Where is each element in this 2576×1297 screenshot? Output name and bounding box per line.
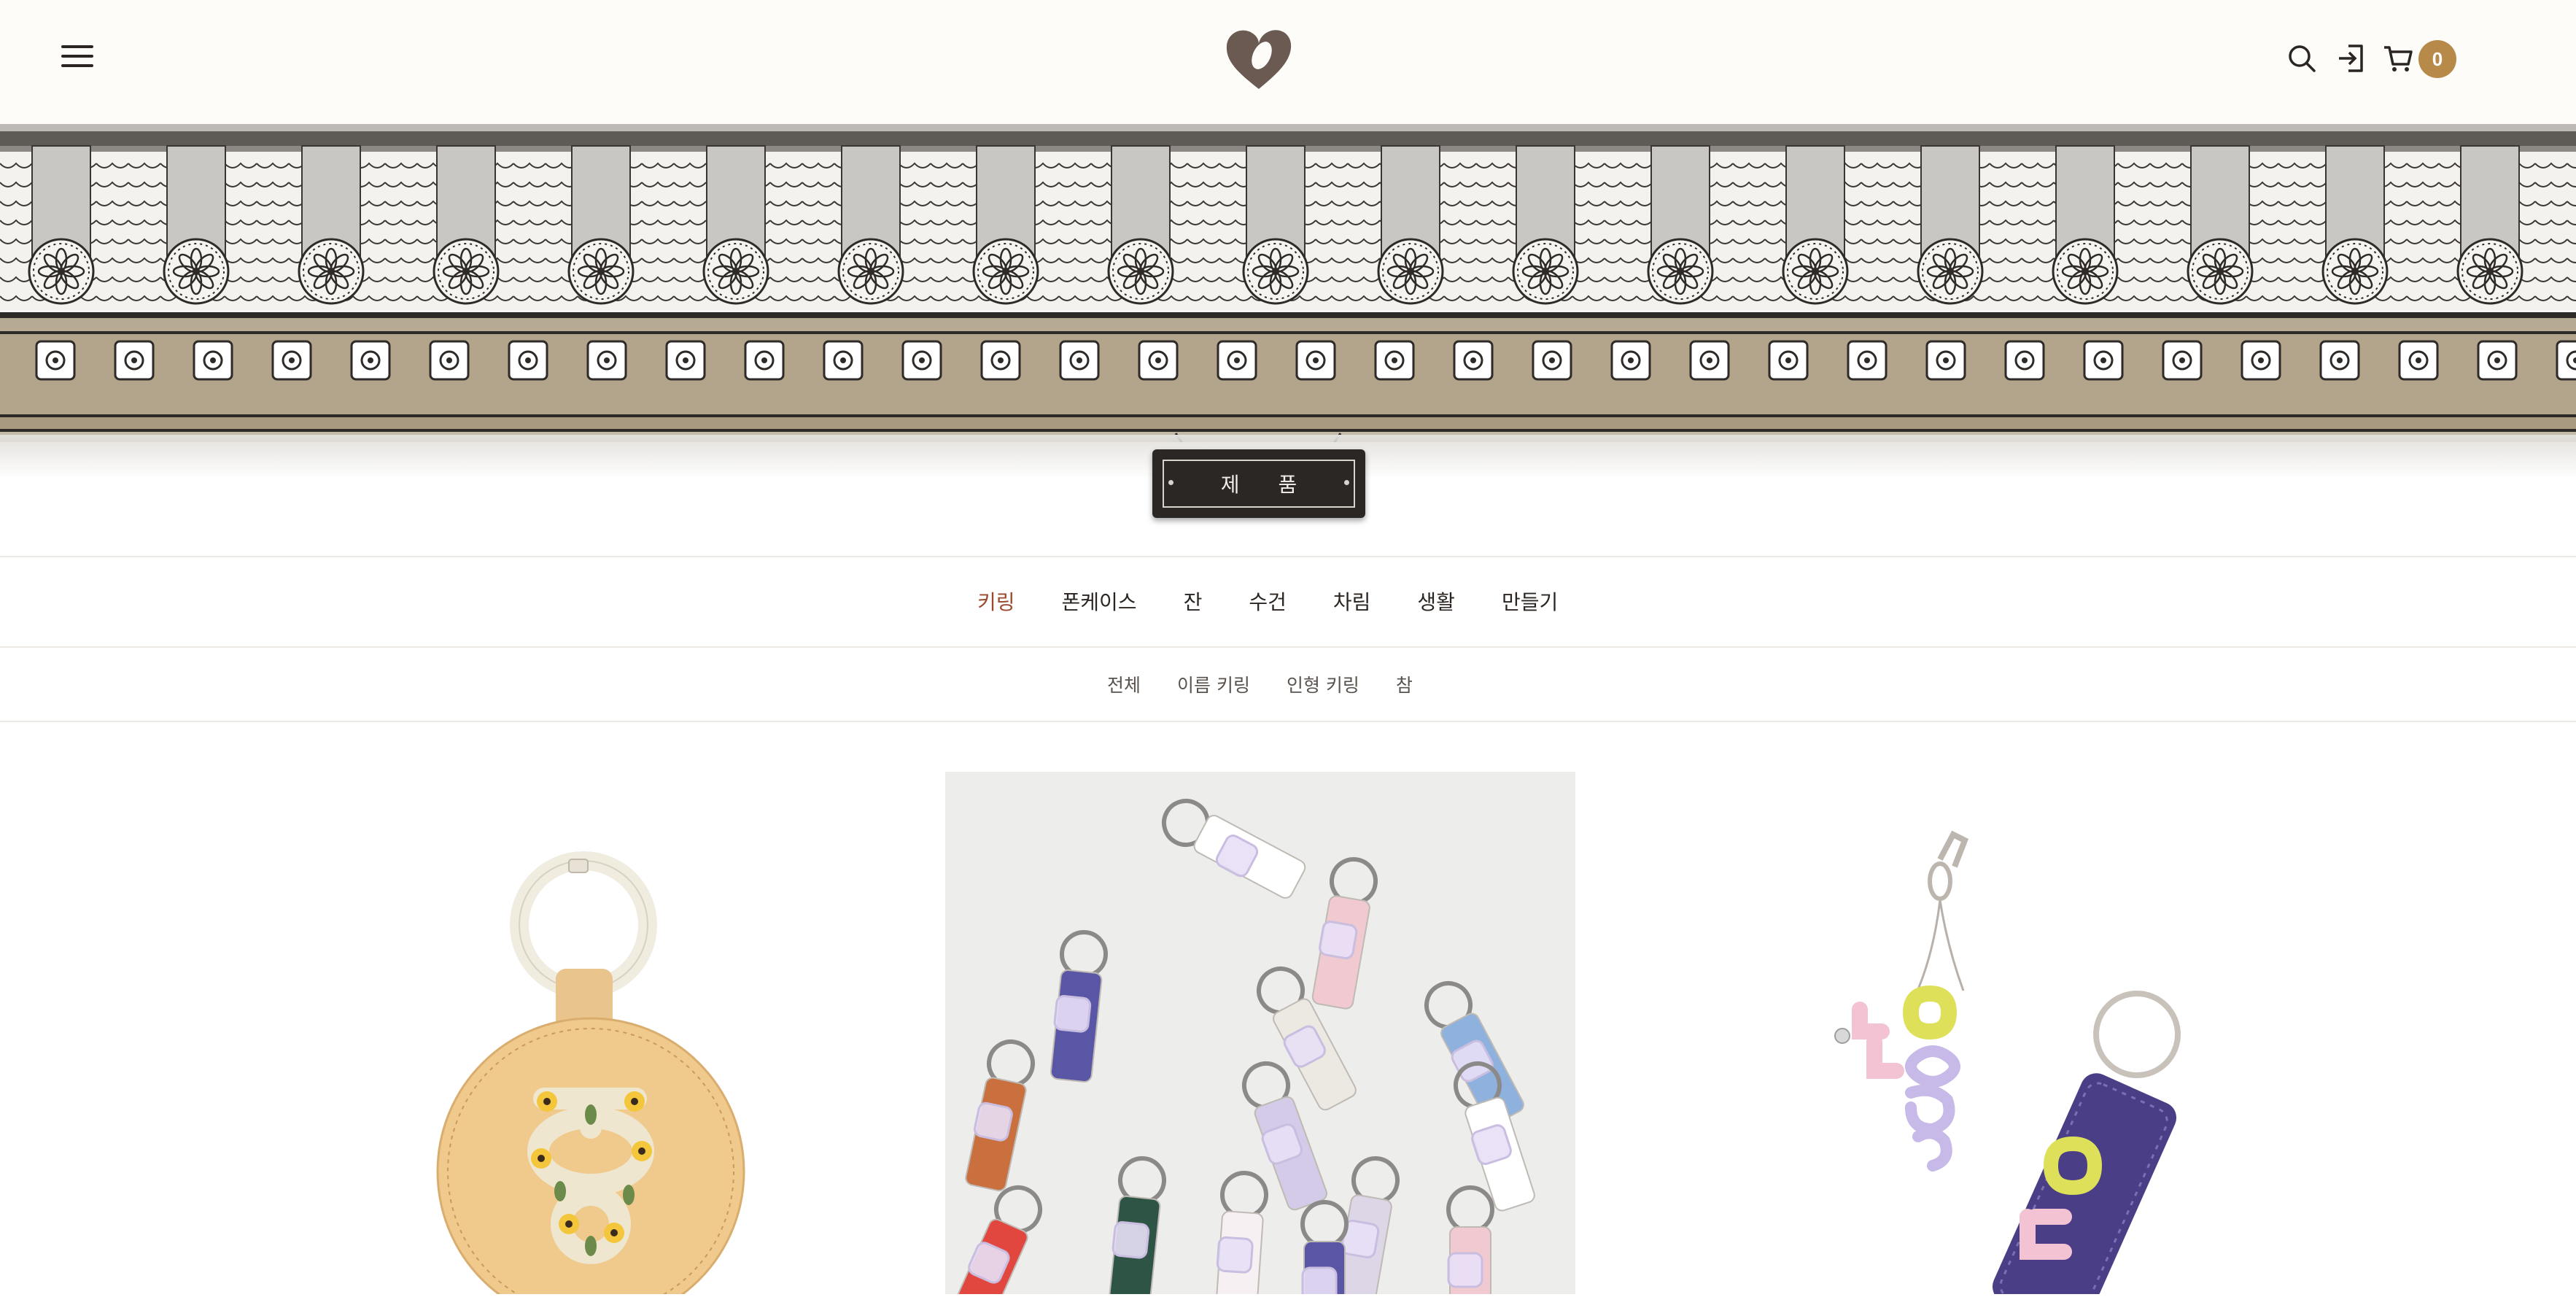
- heart-knot-logo-icon[interactable]: [1224, 26, 1294, 92]
- signboard-nail: [1344, 480, 1349, 485]
- cart-icon[interactable]: [2382, 42, 2414, 74]
- site-header: 0: [0, 0, 2576, 124]
- category-keyring[interactable]: 키링: [977, 586, 1015, 616]
- hanok-roof-banner: [0, 124, 2576, 452]
- cart-count-badge[interactable]: 0: [2418, 40, 2456, 78]
- subcategory-nav: 전체 이름 키링 인형 키링 참: [0, 646, 2576, 722]
- category-list: 키링 폰케이스 잔 수건 차림 생활 만들기: [977, 586, 1605, 616]
- leather-round-keyring-image: [436, 851, 745, 1297]
- subcategory-name-keyring[interactable]: 이름 키링: [1177, 671, 1250, 697]
- subcategory-all[interactable]: 전체: [1107, 671, 1141, 697]
- category-towel[interactable]: 수건: [1249, 586, 1287, 616]
- login-icon[interactable]: [2335, 42, 2367, 74]
- product-card[interactable]: [945, 772, 1575, 1297]
- category-cup[interactable]: 잔: [1184, 586, 1203, 616]
- product-card[interactable]: [1692, 772, 2203, 1297]
- roof-illustration: [0, 124, 2576, 452]
- subcategory-list: 전체 이름 키링 인형 키링 참: [1107, 671, 1449, 697]
- search-icon[interactable]: [2286, 42, 2318, 74]
- product-card[interactable]: [372, 772, 810, 1297]
- products-signboard: 제 품: [1152, 449, 1365, 518]
- category-phonecase[interactable]: 폰케이스: [1062, 586, 1137, 616]
- category-nav: 키링 폰케이스 잔 수건 차림 생활 만들기: [0, 556, 2576, 648]
- navy-leather-keyring-image: [1834, 830, 2181, 1297]
- category-living[interactable]: 생활: [1417, 586, 1455, 616]
- signboard-label: 제 품: [1163, 460, 1355, 508]
- signboard-nail: [1168, 480, 1173, 485]
- hamburger-menu-icon[interactable]: [61, 45, 93, 71]
- subcategory-doll-keyring[interactable]: 인형 키링: [1287, 671, 1359, 697]
- category-diy[interactable]: 만들기: [1502, 586, 1558, 616]
- category-table-setting[interactable]: 차림: [1333, 586, 1371, 616]
- subcategory-charm[interactable]: 참: [1396, 671, 1413, 697]
- hangul-acrylic-keyrings-image: [945, 772, 1575, 1297]
